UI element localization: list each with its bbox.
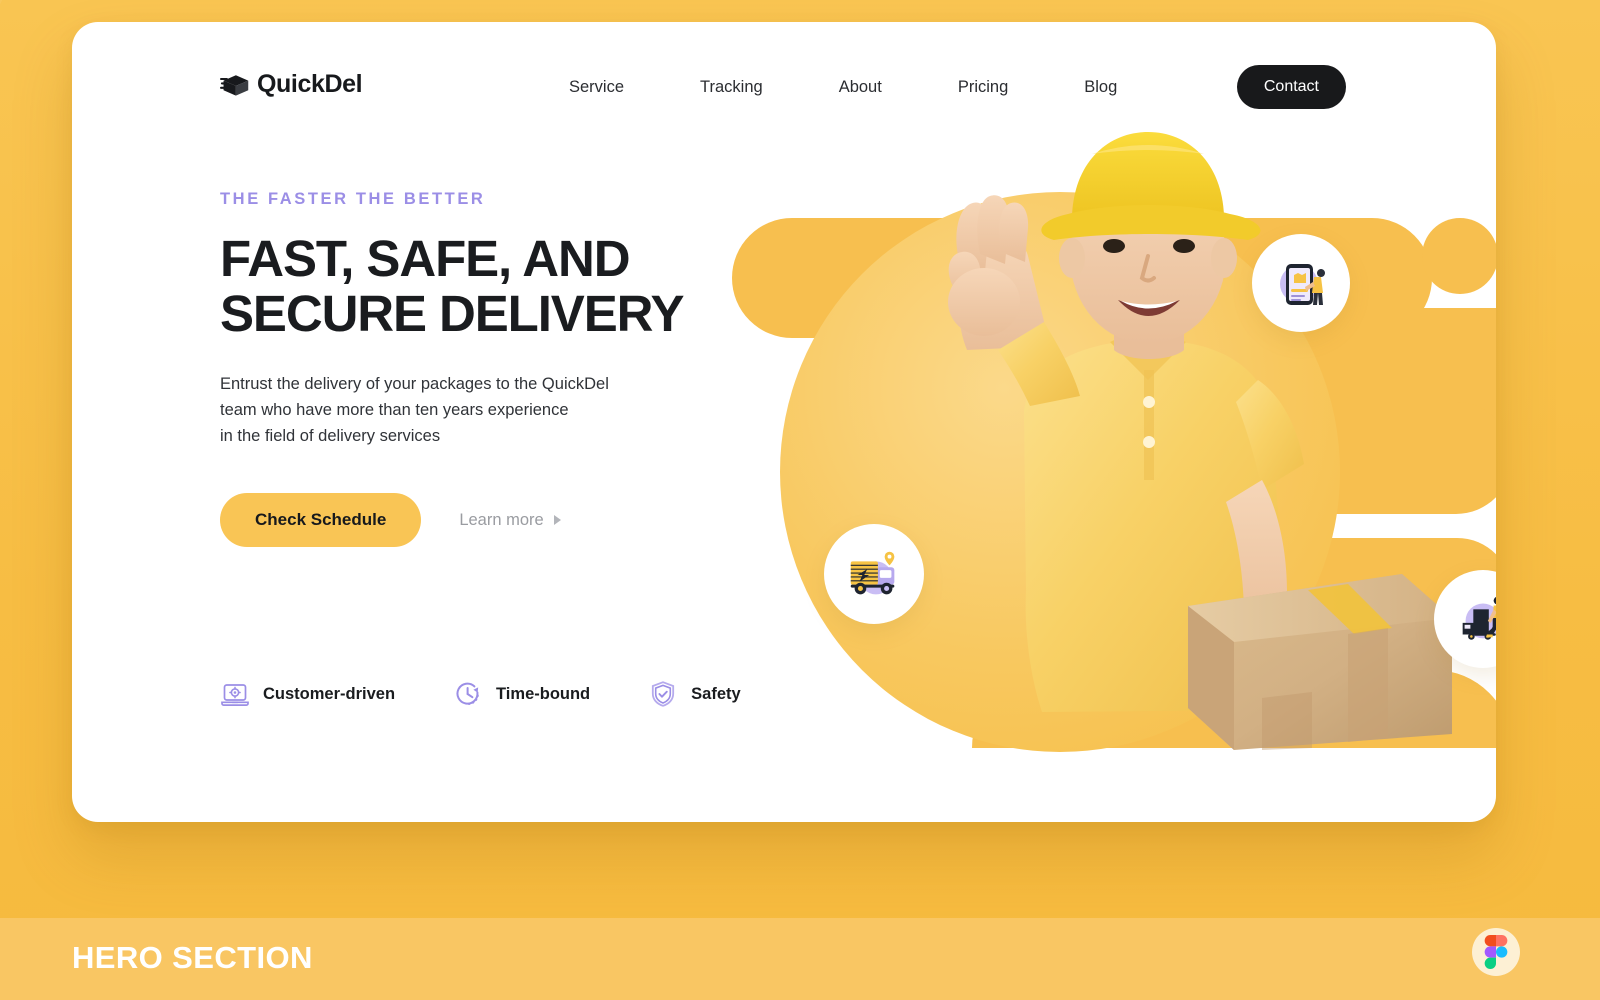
- footer-band: HERO SECTION: [0, 918, 1600, 1000]
- learn-more-button[interactable]: Learn more: [459, 510, 561, 530]
- float-icon-mobile-shopping: [1252, 234, 1350, 332]
- headline-line-1: FAST, SAFE, AND: [220, 230, 631, 287]
- learn-more-label: Learn more: [459, 510, 544, 529]
- headline-line-2: SECURE DELIVERY: [220, 285, 684, 343]
- hero-cta-row: Check Schedule Learn more: [220, 493, 780, 548]
- feature-label: Time-bound: [496, 684, 591, 703]
- hero-card: QuickDel Service Tracking About Pricing …: [72, 22, 1496, 822]
- nav-link-about[interactable]: About: [839, 70, 882, 105]
- hand-truck-worker-icon: [1462, 597, 1496, 640]
- package-box-icon: [220, 74, 249, 96]
- feature-time-bound: Time-bound: [453, 679, 590, 709]
- subcopy-line-1: Entrust the delivery of your packages to…: [220, 375, 609, 394]
- shield-check-icon: [652, 681, 675, 707]
- courier-photo: [948, 132, 1452, 750]
- delivery-truck-icon: [850, 551, 895, 595]
- nav-link-blog[interactable]: Blog: [1084, 70, 1117, 105]
- hero-subcopy: Entrust the delivery of your packages to…: [220, 371, 780, 449]
- nav-links: Service Tracking About Pricing Blog: [569, 70, 1117, 105]
- section-label: HERO SECTION: [72, 940, 313, 975]
- nav-link-pricing[interactable]: Pricing: [958, 70, 1008, 105]
- subcopy-line-2: team who have more than ten years experi…: [220, 401, 569, 420]
- feature-label: Customer-driven: [263, 684, 396, 703]
- feature-safety: Safety: [648, 679, 741, 709]
- top-navigation: QuickDel Service Tracking About Pricing …: [72, 22, 1496, 152]
- brand-name: QuickDel: [257, 70, 363, 98]
- check-schedule-button[interactable]: Check Schedule: [220, 493, 422, 548]
- contact-button[interactable]: Contact: [1236, 65, 1346, 109]
- nav-link-service[interactable]: Service: [569, 70, 624, 105]
- subcopy-line-3: in the field of delivery services: [220, 427, 441, 446]
- figma-badge[interactable]: [1472, 928, 1520, 976]
- feature-label: Safety: [691, 684, 741, 703]
- clock-icon: [456, 682, 479, 705]
- play-arrow-icon: [553, 515, 561, 526]
- float-icon-delivery-truck: [824, 524, 924, 624]
- figma-logo-icon: [1484, 935, 1508, 969]
- mobile-shopping-icon: [1280, 264, 1325, 305]
- nav-link-tracking[interactable]: Tracking: [700, 70, 763, 105]
- feature-list: Customer-driven Time-bound Safety: [220, 679, 741, 709]
- hero-eyebrow: THE FASTER THE BETTER: [220, 190, 486, 208]
- hero-copy: THE FASTER THE BETTER FAST, SAFE, AND SE…: [220, 190, 780, 548]
- page-title: FAST, SAFE, AND SECURE DELIVERY: [220, 231, 780, 341]
- brand-logo[interactable]: QuickDel: [220, 70, 363, 99]
- laptop-gear-icon: [221, 684, 249, 706]
- feature-customer-driven: Customer-driven: [220, 679, 395, 709]
